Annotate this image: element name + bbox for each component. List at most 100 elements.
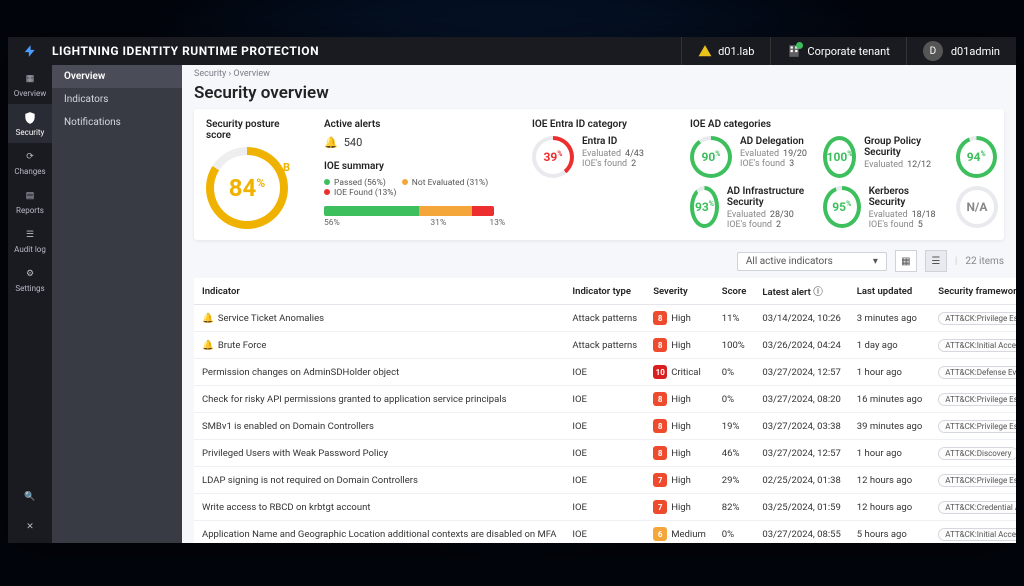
indicator-name: Service Ticket Anomalies xyxy=(218,313,324,324)
tag[interactable]: ATT&CK:Privilege Escalation xyxy=(938,420,1016,433)
subnav-overview[interactable]: Overview xyxy=(52,65,182,88)
app-logo-icon xyxy=(8,44,52,58)
cat-group-policy-security[interactable]: 100%Group Policy SecurityEvaluated12/12 xyxy=(823,136,940,178)
tenant-domain[interactable]: d01.lab xyxy=(681,37,770,65)
sidebar-item-changes[interactable]: ⟳Changes xyxy=(8,143,52,182)
table-row[interactable]: Permission changes on AdminSDHolder obje… xyxy=(194,359,1016,386)
latest-alert: 03/14/2024, 10:26 xyxy=(754,305,848,332)
severity-label: High xyxy=(671,475,691,486)
table-row[interactable]: Check for risky API permissions granted … xyxy=(194,386,1016,413)
severity-label: High xyxy=(671,394,691,405)
cat-kerberos-security[interactable]: 95%Kerberos SecurityEvaluated18/18IOE's … xyxy=(823,186,940,230)
table-row[interactable]: SMBv1 is enabled on Domain ControllersIO… xyxy=(194,413,1016,440)
posture-label: Security posture score xyxy=(206,119,306,141)
sidebar-search[interactable]: 🔍 xyxy=(8,483,52,513)
indicator-name: Check for risky API permissions granted … xyxy=(202,394,507,405)
sidebar-item-reports[interactable]: ▤Reports xyxy=(8,182,52,221)
tag[interactable]: ATT&CK:Privilege Escalation xyxy=(938,312,1016,325)
severity-label: High xyxy=(671,448,691,459)
table-row[interactable]: Application Name and Geographic Location… xyxy=(194,521,1016,544)
indicators-table: IndicatorIndicator typeSeverityScoreLate… xyxy=(194,278,1016,543)
subnav-indicators[interactable]: Indicators xyxy=(52,88,182,111)
page-title: Security overview xyxy=(182,83,1016,109)
subnav-notifications[interactable]: Notifications xyxy=(52,111,182,134)
indicator-type: IOE xyxy=(564,467,645,494)
last-updated: 12 hours ago xyxy=(849,467,930,494)
indicator-name: Application Name and Geographic Location… xyxy=(202,529,556,540)
col-header[interactable]: Severity xyxy=(645,278,714,305)
close-icon: ✕ xyxy=(22,519,38,535)
entra-label: IOE Entra ID category xyxy=(532,119,672,130)
latest-alert: 03/27/2024, 03:38 xyxy=(754,413,848,440)
tenant-name[interactable]: Corporate tenant xyxy=(770,37,905,65)
tag[interactable]: ATT&CK:Defense Evasion xyxy=(938,366,1016,379)
severity-score: 8 xyxy=(653,392,667,406)
severity-score: 8 xyxy=(653,311,667,325)
indicator-type: IOE xyxy=(564,440,645,467)
table-row[interactable]: 🔔Brute ForceAttack patterns8High100%03/2… xyxy=(194,332,1016,359)
tag[interactable]: ATT&CK:Privilege Escalation xyxy=(938,393,1016,406)
tags-cell: ATT&CK:Privilege EscalationATT&CK:Creden… xyxy=(930,467,1016,494)
indicator-name: LDAP signing is not required on Domain C… xyxy=(202,475,418,486)
sidebar-item-security[interactable]: Security xyxy=(8,104,52,143)
col-header[interactable]: Last updated xyxy=(849,278,930,305)
col-header[interactable]: Security framework tags xyxy=(930,278,1016,305)
tags-cell: ATT&CK:Privilege Escalation xyxy=(930,305,1016,332)
cat-account-sec[interactable]: 94%Account SecEvaluated25 xyxy=(956,136,1004,178)
bell-icon: 🔔 xyxy=(324,136,338,149)
tag[interactable]: ATT&CK:Initial Access xyxy=(938,528,1016,541)
sidebar-item-auditlog[interactable]: ☰Audit log xyxy=(8,221,52,260)
severity-label: High xyxy=(671,340,691,351)
tags-cell: ATT&CK:DiscoveryD3FEND:Harden - Strong P… xyxy=(930,440,1016,467)
table-row[interactable]: 🔔Service Ticket AnomaliesAttack patterns… xyxy=(194,305,1016,332)
last-updated: 3 minutes ago xyxy=(849,305,930,332)
indicator-name: SMBv1 is enabled on Domain Controllers xyxy=(202,421,374,432)
sidebar-item-overview[interactable]: ▦Overview xyxy=(8,65,52,104)
severity-label: High xyxy=(671,502,691,513)
score: 0% xyxy=(714,359,755,386)
cat-ad-infrastructure-security[interactable]: 93%AD Infrastructure SecurityEvaluated28… xyxy=(690,186,807,230)
sidebar-close[interactable]: ✕ xyxy=(8,513,52,543)
cat-entra[interactable]: 39% Entra ID Evaluated4/43 IOE's found2 xyxy=(532,136,672,178)
tag[interactable]: ATT&CK:Privilege Escalation xyxy=(938,474,1016,487)
col-header[interactable]: Indicator type xyxy=(564,278,645,305)
user-menu[interactable]: D d01admin xyxy=(906,37,1016,65)
filter-dropdown[interactable]: All active indicators▾ xyxy=(737,252,887,271)
severity-score: 10 xyxy=(653,365,667,379)
severity-score: 7 xyxy=(653,473,667,487)
alerts-label: Active alerts xyxy=(324,119,514,130)
tag[interactable]: ATT&CK:Initial Access xyxy=(938,339,1016,352)
sidebar-item-settings[interactable]: ⚙Settings xyxy=(8,260,52,299)
tags-cell: ATT&CK:Defense EvasionATT&CK:Privilege E… xyxy=(930,359,1016,386)
indicator-type: IOE xyxy=(564,359,645,386)
col-header[interactable]: Score xyxy=(714,278,755,305)
view-list-button[interactable]: ☰ xyxy=(925,250,947,272)
view-grid-button[interactable]: ▦ xyxy=(895,250,917,272)
last-updated: 5 hours ago xyxy=(849,521,930,544)
col-header[interactable]: Latest alert ⓘ xyxy=(754,278,848,305)
table-row[interactable]: LDAP signing is not required on Domain C… xyxy=(194,467,1016,494)
score: 82% xyxy=(714,494,755,521)
tag[interactable]: ATT&CK:Credential Access xyxy=(938,501,1016,514)
indicator-type: Attack patterns xyxy=(564,332,645,359)
list-icon: ☰ xyxy=(22,227,38,243)
sidebar: ▦Overview Security ⟳Changes ▤Reports ☰Au… xyxy=(8,65,52,543)
score: 19% xyxy=(714,413,755,440)
col-header[interactable]: Indicator xyxy=(194,278,564,305)
tags-cell: ATT&CK:Privilege Escalation xyxy=(930,386,1016,413)
tags-cell: ATT&CK:Credential Access xyxy=(930,494,1016,521)
table-row[interactable]: Privileged Users with Weak Password Poli… xyxy=(194,440,1016,467)
alerts-row[interactable]: 🔔540 xyxy=(324,136,514,149)
summary-card: Security posture score 84% B Active aler… xyxy=(194,109,1004,240)
cat-ad-delegation[interactable]: 90%AD DelegationEvaluated19/20IOE's foun… xyxy=(690,136,807,178)
avatar: D xyxy=(923,41,943,61)
posture-gauge: 84% B xyxy=(206,147,288,229)
tag[interactable]: ATT&CK:Discovery xyxy=(938,447,1016,460)
tags-cell: ATT&CK:Initial AccessD3FEND:Harden - Mul… xyxy=(930,521,1016,544)
table-row[interactable]: Write access to RBCD on krbtgt accountIO… xyxy=(194,494,1016,521)
severity-score: 7 xyxy=(653,500,667,514)
document-icon: ▤ xyxy=(22,188,38,204)
indicator-name: Permission changes on AdminSDHolder obje… xyxy=(202,367,399,378)
item-count: 22 items xyxy=(965,256,1004,267)
cat-hybrid[interactable]: N/AHybridEvaluated xyxy=(956,186,1004,228)
